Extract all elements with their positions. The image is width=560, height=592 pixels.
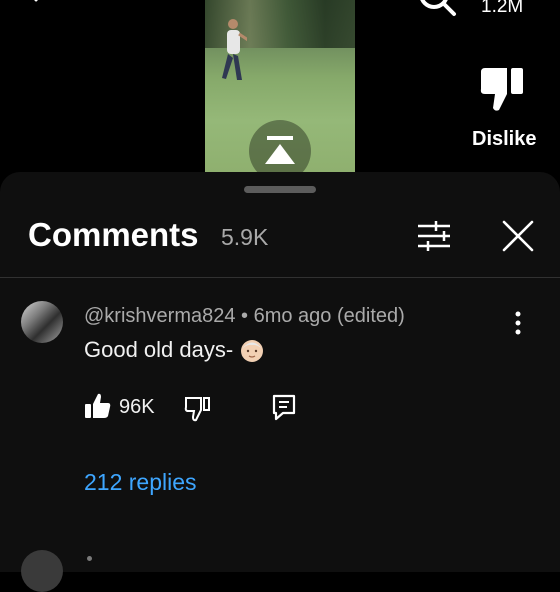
like-count: 96K	[119, 396, 155, 418]
vertical-dots-icon[interactable]	[508, 309, 528, 337]
dislike-label: Dislike	[472, 128, 537, 150]
meta-separator: •	[235, 305, 254, 327]
next-comment-avatar[interactable]	[21, 550, 63, 592]
header-divider	[0, 277, 560, 278]
comment-reply-icon[interactable]	[271, 393, 297, 421]
upload-bar-shape	[267, 136, 293, 140]
comments-count: 5.9K	[221, 224, 269, 250]
expand-video-button[interactable]	[249, 120, 311, 172]
comment-meta: @krishverma824 • 6mo ago (edited)	[84, 305, 405, 328]
search-icon[interactable]	[414, 0, 458, 22]
sheet-drag-handle[interactable]	[244, 186, 316, 193]
comments-title: Comments	[28, 216, 199, 253]
close-icon[interactable]	[498, 216, 538, 256]
comment-time: 6mo ago (edited)	[253, 305, 405, 327]
comment-text: Good old days-	[84, 337, 234, 362]
comment-body: Good old days-	[84, 337, 265, 363]
view-count: 1.2M	[481, 0, 524, 17]
replies-link[interactable]: 212 replies	[84, 469, 197, 496]
video-player[interactable]	[205, 0, 355, 172]
thumbs-up-icon[interactable]	[84, 392, 112, 420]
upload-arrow-icon	[265, 144, 295, 164]
older-man-emoji-icon	[241, 340, 264, 362]
avatar[interactable]	[21, 301, 63, 343]
back-chevron-icon[interactable]	[30, 0, 50, 8]
comment-author[interactable]: @krishverma824	[84, 305, 235, 327]
next-comment-dot	[87, 556, 92, 561]
video-person-figure	[222, 19, 247, 80]
thumbs-down-icon[interactable]	[477, 64, 527, 114]
sliders-icon[interactable]	[414, 216, 454, 256]
thumbs-down-icon[interactable]	[183, 394, 211, 422]
